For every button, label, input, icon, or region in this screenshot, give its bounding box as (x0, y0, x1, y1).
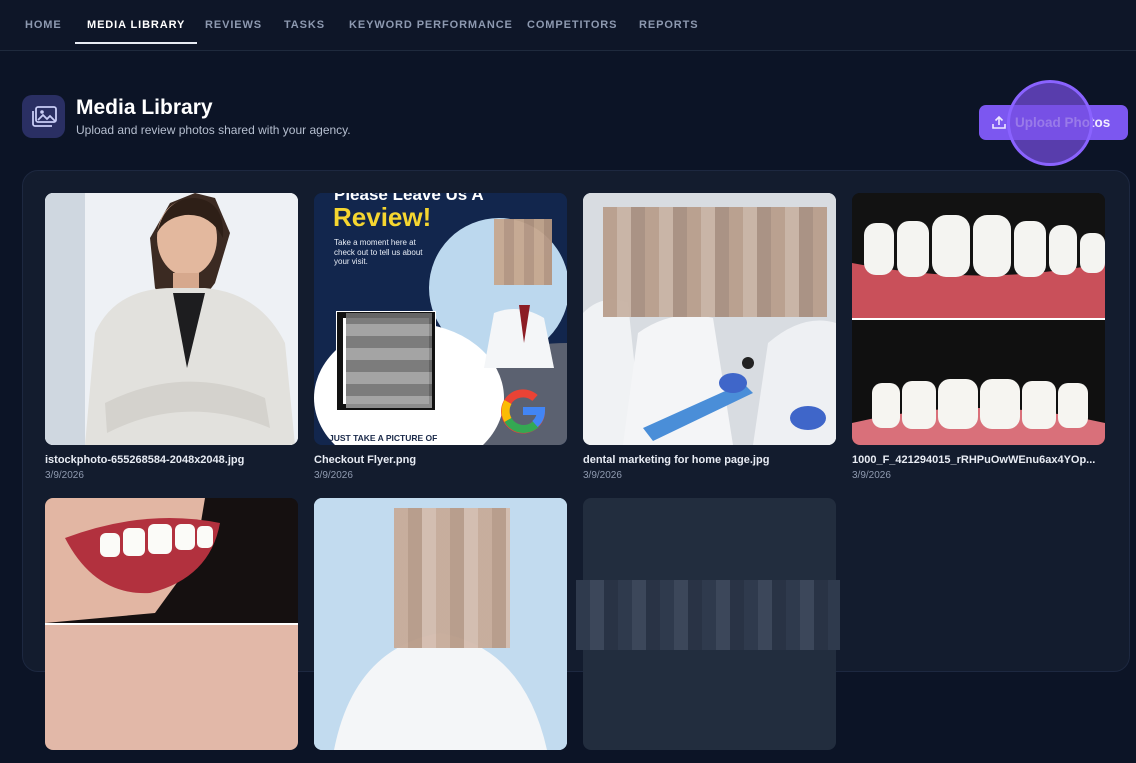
page-title: Media Library (76, 96, 213, 119)
media-thumbnail[interactable] (852, 193, 1105, 445)
upload-photos-label: Upload Photos (1015, 115, 1111, 130)
page-subtitle: Upload and review photos shared with you… (76, 123, 351, 137)
pixelated-face (494, 219, 552, 285)
pixelated-qr (346, 313, 432, 408)
google-logo-icon (501, 389, 546, 434)
tab-competitors[interactable]: COMPETITORS (527, 0, 617, 42)
tab-keyword-performance[interactable]: KEYWORD PERFORMANCE (349, 0, 513, 42)
upload-icon (992, 115, 1006, 129)
media-thumbnail[interactable] (576, 498, 840, 750)
flyer-title: Review! (333, 202, 432, 232)
media-card[interactable] (45, 498, 298, 763)
media-card[interactable] (576, 498, 840, 763)
pixelated-image (576, 580, 840, 650)
media-filename: istockphoto-655268584-2048x2048.jpg (45, 454, 245, 466)
media-card[interactable]: Please Leave Us A Review! Take a moment … (314, 193, 567, 481)
tab-tasks[interactable]: TASKS (284, 0, 325, 42)
media-date: 3/9/2026 (314, 470, 353, 481)
media-card[interactable]: istockphoto-655268584-2048x2048.jpg 3/9/… (45, 193, 298, 481)
pixelated-faces (603, 207, 827, 317)
tab-home[interactable]: HOME (25, 0, 62, 42)
media-thumbnail[interactable] (583, 193, 836, 445)
media-date: 3/9/2026 (852, 470, 891, 481)
media-filename: dental marketing for home page.jpg (583, 454, 770, 466)
media-thumbnail[interactable]: Please Leave Us A Review! Take a moment … (314, 193, 567, 445)
upload-photos-button[interactable]: Upload Photos (979, 105, 1128, 140)
top-nav: HOME MEDIA LIBRARY REVIEWS TASKS KEYWORD… (0, 0, 1136, 51)
media-card[interactable] (314, 498, 567, 763)
media-thumbnail[interactable] (45, 498, 298, 750)
media-thumbnail[interactable] (314, 498, 567, 750)
media-date: 3/9/2026 (45, 470, 84, 481)
tab-media-library[interactable]: MEDIA LIBRARY (74, 0, 198, 44)
media-filename: Checkout Flyer.png (314, 454, 417, 466)
media-filename: 1000_F_421294015_rRHPuOwWEnu6ax4YOp... (852, 454, 1096, 466)
tab-reports[interactable]: REPORTS (639, 0, 698, 42)
media-card[interactable]: 1000_F_421294015_rRHPuOwWEnu6ax4YOp... 3… (852, 193, 1105, 481)
media-date: 3/9/2026 (583, 470, 622, 481)
pixelated-face (394, 508, 510, 648)
tab-reviews[interactable]: REVIEWS (205, 0, 262, 42)
flyer-footer: JUST TAKE A PICTURE OF (329, 433, 438, 443)
media-card[interactable]: dental marketing for home page.jpg 3/9/2… (583, 193, 836, 481)
image-gallery-icon (22, 95, 65, 138)
flyer-body: Take a moment here at check out to tell … (334, 238, 423, 266)
media-thumbnail[interactable] (45, 193, 298, 445)
